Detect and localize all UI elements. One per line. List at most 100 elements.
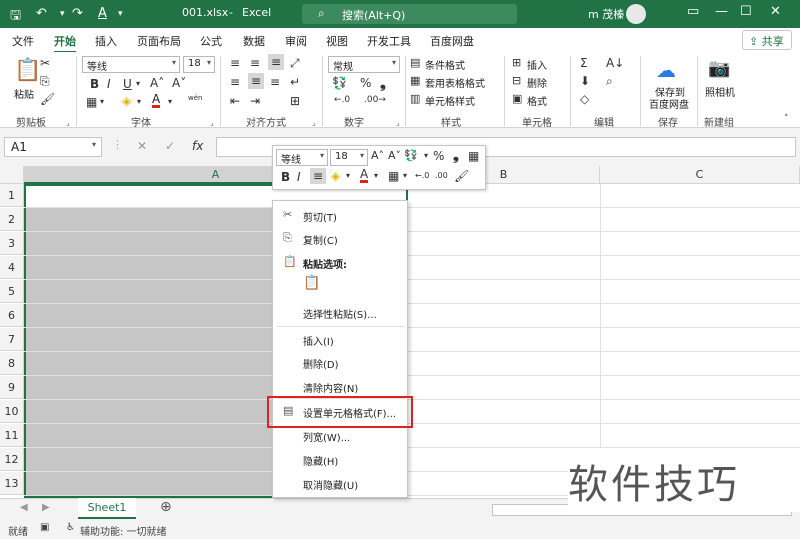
increase-font-icon[interactable]: A˄: [371, 149, 384, 162]
chevron-down-icon[interactable]: ▾: [100, 97, 104, 106]
table-format-icon[interactable]: ▦: [410, 74, 420, 87]
decrease-decimal-icon[interactable]: .00: [435, 171, 448, 180]
delete-cells-icon[interactable]: ⊟: [512, 74, 521, 87]
row-header[interactable]: 5: [0, 280, 24, 303]
chevron-down-icon[interactable]: ▾: [374, 171, 378, 180]
mini-italic-icon[interactable]: I: [297, 170, 301, 184]
menu-delete[interactable]: 删除(D): [273, 351, 407, 374]
fill-color-icon[interactable]: ◈: [122, 94, 131, 108]
mini-center-icon[interactable]: ≡: [310, 168, 327, 184]
increase-indent-icon[interactable]: ⇥: [250, 94, 260, 108]
row-header[interactable]: 3: [0, 232, 24, 255]
autosum-icon[interactable]: Σ: [580, 56, 588, 70]
menu-insert[interactable]: 插入(I): [273, 328, 407, 351]
row-header[interactable]: 12: [0, 448, 24, 471]
comma-style-icon[interactable]: ❟: [380, 74, 386, 92]
merge-center-icon[interactable]: ⊞: [290, 94, 300, 108]
customize-toolbar-icon[interactable]: ▾: [118, 9, 123, 19]
next-sheet-icon[interactable]: ▶: [42, 502, 50, 513]
find-select-icon[interactable]: ⌕: [606, 74, 613, 89]
accessibility-icon[interactable]: ♿: [66, 522, 75, 533]
tab-file[interactable]: 文件: [12, 33, 34, 49]
number-format-select[interactable]: 常规 ▾: [328, 56, 400, 73]
increase-font-icon[interactable]: A˄: [150, 76, 164, 90]
tab-view[interactable]: 视图: [326, 33, 348, 49]
menu-copy[interactable]: ⎘ 复制(C): [273, 227, 407, 250]
column-header-c[interactable]: C: [600, 166, 800, 184]
row-header[interactable]: 8: [0, 352, 24, 375]
collapse-ribbon-icon[interactable]: ˄: [784, 114, 789, 124]
tab-baidu[interactable]: 百度网盘: [430, 33, 474, 49]
row-header[interactable]: 10: [0, 400, 24, 423]
baidu-label[interactable]: 百度网盘: [649, 96, 689, 111]
currency-icon[interactable]: 💱: [404, 149, 418, 162]
undo-dropdown-icon[interactable]: ▾: [60, 9, 65, 19]
select-all[interactable]: [0, 166, 24, 184]
percent-icon[interactable]: %: [433, 149, 444, 163]
menu-paste-special[interactable]: 选择性粘贴(S)...: [273, 301, 407, 324]
table-format-label[interactable]: 套用表格格式: [425, 75, 485, 90]
paste-label[interactable]: 粘贴: [14, 86, 34, 101]
cond-format-label[interactable]: 条件格式: [425, 57, 465, 72]
clipboard-launcher-icon[interactable]: ⌟: [66, 118, 70, 127]
tab-insert[interactable]: 插入: [95, 33, 117, 49]
avatar[interactable]: [626, 4, 646, 24]
decrease-font-icon[interactable]: A˅: [388, 149, 401, 162]
format-cells-icon[interactable]: ▣: [512, 92, 522, 105]
format-painter-icon[interactable]: 🖌: [40, 92, 55, 106]
chevron-down-icon[interactable]: ▾: [92, 140, 96, 149]
currency-icon[interactable]: 💱: [332, 76, 347, 90]
mini-font-select[interactable]: 等线 ▾: [276, 149, 328, 166]
cell-style-label[interactable]: 单元格样式: [425, 93, 475, 108]
font-color-icon[interactable]: A: [152, 93, 161, 108]
phonetic-icon[interactable]: wén: [188, 94, 202, 102]
row-header[interactable]: 6: [0, 304, 24, 327]
mini-font-color-icon[interactable]: A: [360, 168, 369, 183]
save-icon[interactable]: 🖫: [10, 6, 21, 28]
drag-handle-icon[interactable]: ⋮: [112, 138, 123, 151]
bold-icon[interactable]: B: [90, 77, 99, 91]
underline-icon[interactable]: U: [123, 77, 132, 91]
prev-sheet-icon[interactable]: ◀: [20, 502, 28, 513]
mini-border-icon[interactable]: ▦: [388, 169, 399, 183]
sort-filter-icon[interactable]: A↓: [606, 56, 624, 70]
chevron-down-icon[interactable]: ▾: [168, 97, 172, 106]
row-header[interactable]: 9: [0, 376, 24, 399]
row-header[interactable]: 13: [0, 472, 24, 495]
chevron-down-icon[interactable]: ▾: [403, 171, 407, 180]
tab-data[interactable]: 数据: [243, 33, 265, 49]
insert-label[interactable]: 插入: [527, 57, 547, 72]
redo-icon[interactable]: ↷: [72, 6, 83, 21]
camera-label[interactable]: 照相机: [705, 84, 735, 99]
camera-icon[interactable]: 📷: [708, 58, 730, 79]
close-icon[interactable]: ✕: [770, 4, 781, 19]
mini-bold-icon[interactable]: B: [281, 170, 290, 184]
alignment-launcher-icon[interactable]: ⌟: [312, 118, 316, 127]
border-icon[interactable]: ▦: [86, 95, 97, 109]
mini-fill-icon[interactable]: ◈: [331, 169, 340, 183]
font-color-quick-icon[interactable]: A: [98, 6, 107, 21]
row-header[interactable]: 7: [0, 328, 24, 351]
wrap-text-icon[interactable]: ↵: [290, 75, 300, 89]
tab-developer[interactable]: 开发工具: [367, 33, 411, 49]
menu-hide[interactable]: 隐藏(H): [273, 448, 407, 471]
cell-style-icon[interactable]: ▥: [410, 92, 420, 105]
insert-function-icon[interactable]: fx: [192, 139, 203, 153]
format-label[interactable]: 格式: [527, 93, 547, 108]
macro-record-icon[interactable]: ▣: [40, 522, 49, 533]
increase-decimal-icon[interactable]: ←.0: [334, 95, 350, 105]
share-button[interactable]: ⇪ 共享: [742, 30, 792, 50]
name-box[interactable]: A1: [4, 137, 102, 157]
enter-icon[interactable]: ✓: [165, 139, 175, 153]
align-left-icon[interactable]: ≡: [230, 75, 240, 89]
paste-icon[interactable]: 📋: [14, 58, 41, 83]
font-name-select[interactable]: 等线 ▾: [82, 56, 180, 73]
cut-icon[interactable]: ✂: [40, 56, 50, 70]
align-top-icon[interactable]: ≡: [230, 56, 240, 70]
conditional-format-icon[interactable]: ▤: [410, 56, 420, 69]
italic-icon[interactable]: I: [107, 77, 111, 91]
increase-decimal-icon[interactable]: ←.0: [415, 171, 429, 180]
clear-icon[interactable]: ◇: [580, 92, 589, 106]
chevron-down-icon[interactable]: ▾: [346, 171, 350, 180]
row-header[interactable]: 2: [0, 208, 24, 231]
